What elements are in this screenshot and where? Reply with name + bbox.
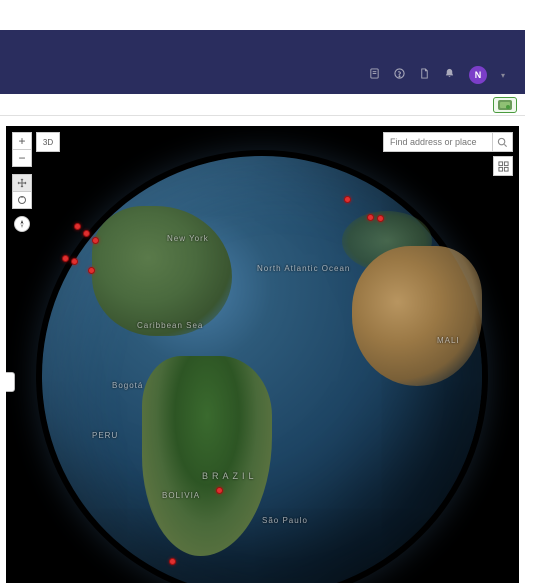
search-input[interactable] (383, 132, 493, 152)
map-marker[interactable] (92, 237, 99, 244)
map-marker[interactable] (83, 230, 90, 237)
help-icon[interactable] (394, 68, 405, 82)
zoom-out-button[interactable]: − (12, 149, 32, 167)
map-marker[interactable] (62, 255, 69, 262)
user-avatar[interactable]: N (469, 66, 487, 84)
search-button[interactable] (493, 132, 513, 152)
map-marker[interactable] (367, 214, 374, 221)
rotate-button[interactable] (12, 191, 32, 209)
map-marker[interactable] (344, 196, 351, 203)
search-group (383, 132, 513, 152)
land-north-america (92, 206, 232, 336)
notes-icon[interactable] (369, 68, 380, 82)
land-south-america (142, 356, 272, 556)
label-saopaulo: São Paulo (262, 516, 308, 525)
nav-controls (12, 174, 32, 208)
compass-button[interactable] (14, 216, 30, 232)
chevron-down-icon[interactable]: ▾ (501, 71, 505, 80)
map-marker[interactable] (74, 223, 81, 230)
basemap-gallery-button[interactable] (493, 156, 513, 176)
zoom-controls: + − (12, 132, 32, 166)
notification-icon[interactable] (444, 68, 455, 82)
label-peru: PERU (92, 431, 118, 440)
map-viewport[interactable]: New York North Atlantic Ocean Caribbean … (6, 126, 519, 583)
label-atlantic: North Atlantic Ocean (257, 264, 350, 273)
app-header: N ▾ (0, 30, 525, 94)
avatar-initial: N (475, 70, 482, 80)
view-3d-button[interactable]: 3D (36, 132, 60, 152)
time-slider-handle[interactable] (6, 372, 15, 392)
zoom-in-button[interactable]: + (12, 132, 32, 150)
header-icons: N ▾ (369, 66, 505, 84)
map-marker[interactable] (169, 558, 176, 565)
basemap-toggle-button[interactable] (493, 97, 517, 113)
document-icon[interactable] (419, 68, 430, 82)
map-marker[interactable] (216, 487, 223, 494)
pan-button[interactable] (12, 174, 32, 192)
map-marker[interactable] (377, 215, 384, 222)
map-marker[interactable] (71, 258, 78, 265)
label-bogota: Bogotá (112, 381, 143, 390)
land-africa (352, 246, 482, 386)
globe[interactable]: New York North Atlantic Ocean Caribbean … (42, 156, 482, 583)
map-marker[interactable] (88, 267, 95, 274)
sub-toolbar (0, 94, 525, 116)
